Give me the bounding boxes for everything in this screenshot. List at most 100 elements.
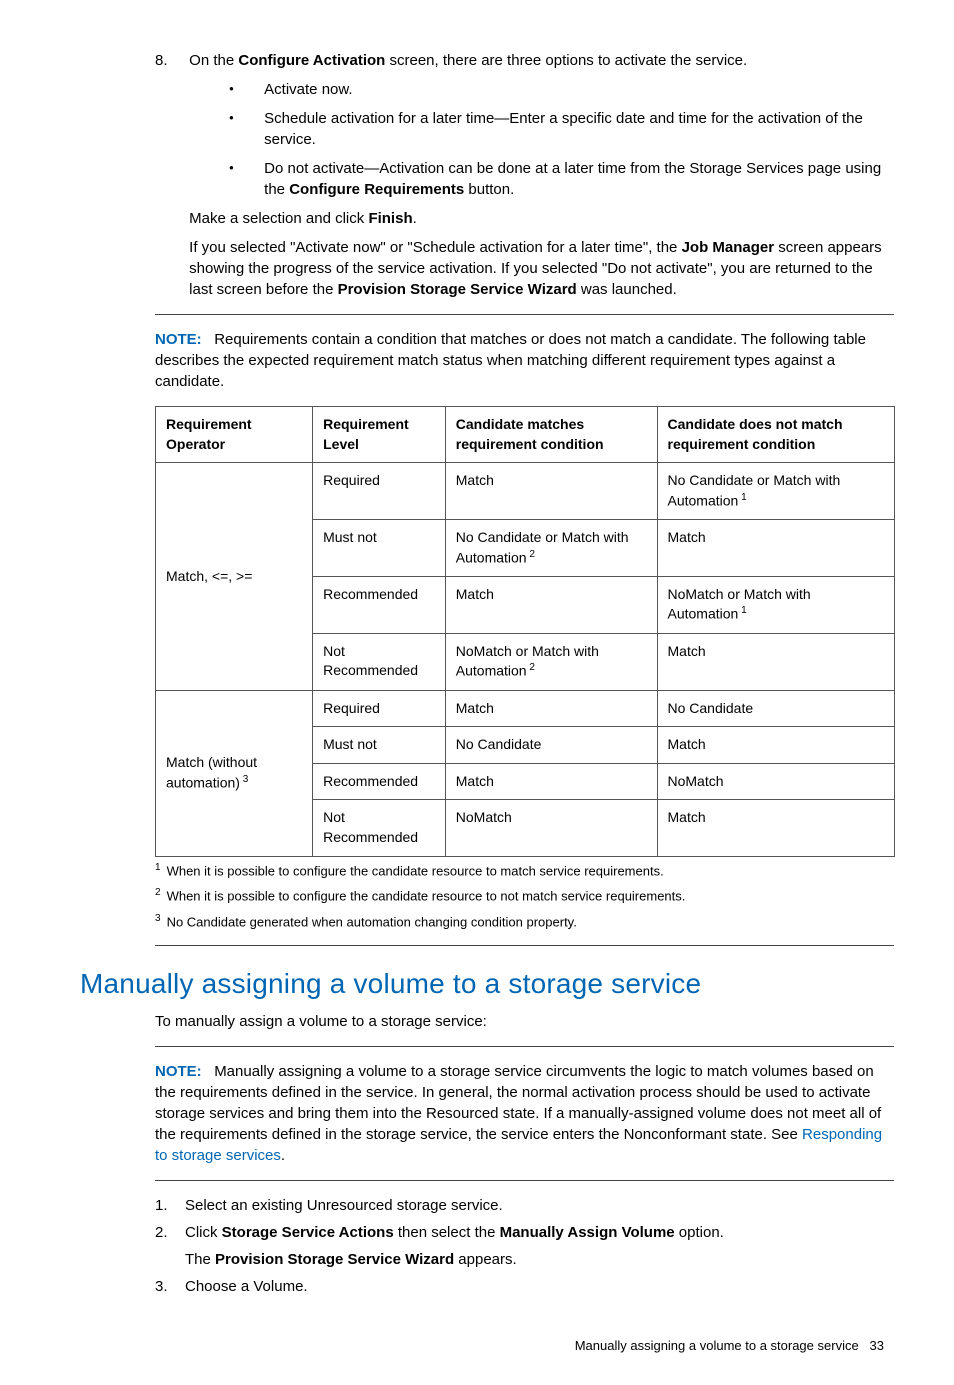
- bullet-icon: •: [229, 108, 264, 150]
- cell: Recommended: [313, 763, 446, 800]
- cell: Must not: [313, 727, 446, 764]
- cell: NoMatch: [445, 800, 657, 856]
- text: NoMatch or Match with Automation: [668, 586, 811, 622]
- step-text: Choose a Volume.: [185, 1276, 894, 1297]
- bold-text: Storage Service Actions: [222, 1224, 394, 1241]
- list-item: 2. Click Storage Service Actions then se…: [155, 1222, 894, 1270]
- text: Click: [185, 1224, 222, 1241]
- table-row: Match (without automation) 3 Required Ma…: [156, 690, 895, 727]
- note-text: Requirements contain a condition that ma…: [155, 331, 866, 390]
- divider: [155, 1180, 894, 1181]
- text: Make a selection and click: [189, 210, 368, 227]
- step-number: 3.: [155, 1276, 185, 1297]
- text: then select the: [394, 1224, 500, 1241]
- text: The: [185, 1251, 215, 1268]
- page-number: 33: [870, 1338, 884, 1353]
- col-header: Candidate matches requirement condition: [445, 407, 657, 463]
- footnote: 2When it is possible to configure the ca…: [155, 886, 894, 906]
- numbered-list: 1. Select an existing Unresourced storag…: [155, 1195, 894, 1297]
- bold-text: Job Manager: [682, 239, 775, 256]
- cell: Match: [445, 690, 657, 727]
- bold-text: Provision Storage Service Wizard: [215, 1251, 454, 1268]
- bold-text: Configure Requirements: [289, 181, 464, 198]
- col-header: Requirement Level: [313, 407, 446, 463]
- footnote-num: 2: [155, 887, 161, 898]
- requirement-table: Requirement Operator Requirement Level C…: [155, 406, 895, 857]
- cell: NoMatch or Match with Automation 2: [445, 633, 657, 690]
- step-text: Click Storage Service Actions then selec…: [185, 1222, 894, 1270]
- bold-text: Provision Storage Service Wizard: [338, 281, 577, 298]
- divider: [155, 945, 894, 946]
- bullet-text: Schedule activation for a later time—Ent…: [264, 108, 889, 150]
- bullet-icon: •: [229, 158, 264, 200]
- bold-text: Configure Activation: [238, 52, 385, 69]
- text: On the: [189, 52, 238, 69]
- table-header-row: Requirement Operator Requirement Level C…: [156, 407, 895, 463]
- cell: No Candidate: [657, 690, 895, 727]
- footnote: 1 When it is possible to configure the ca…: [155, 861, 894, 881]
- text: No Candidate or Match with Automation: [456, 529, 629, 565]
- step-text: On the Configure Activation screen, ther…: [189, 50, 889, 300]
- cell: Not Recommended: [313, 633, 446, 690]
- list-item: 3. Choose a Volume.: [155, 1276, 894, 1297]
- footnote-ref: 2: [527, 549, 535, 560]
- footnote-ref: 1: [738, 605, 746, 616]
- text: NoMatch or Match with Automation: [456, 643, 599, 679]
- cell: No Candidate or Match with Automation 2: [445, 520, 657, 577]
- text: appears.: [454, 1251, 517, 1268]
- step-sub-text: The Provision Storage Service Wizard app…: [185, 1249, 894, 1270]
- cell: Match: [657, 633, 895, 690]
- footnote-ref: 2: [527, 662, 535, 673]
- footnote-num: 1: [155, 862, 161, 873]
- footnotes: 1 When it is possible to configure the ca…: [155, 861, 894, 932]
- cell: NoMatch or Match with Automation 1: [657, 576, 895, 633]
- list-item: 1. Select an existing Unresourced storag…: [155, 1195, 894, 1216]
- step-number: 8.: [155, 50, 185, 71]
- step-number: 2.: [155, 1222, 185, 1270]
- text: option.: [675, 1224, 724, 1241]
- cell: Must not: [313, 520, 446, 577]
- table-row: Match, <=, >= Required Match No Candidat…: [156, 463, 895, 520]
- bullet-text: Do not activate—Activation can be done a…: [264, 158, 889, 200]
- text: No Candidate or Match with Automation: [668, 472, 841, 508]
- text: .: [413, 210, 417, 227]
- divider: [155, 314, 894, 315]
- cell: Recommended: [313, 576, 446, 633]
- section-heading: Manually assigning a volume to a storage…: [80, 964, 894, 1003]
- cell-operator: Match, <=, >=: [156, 463, 313, 690]
- text: button.: [464, 181, 514, 198]
- section-intro: To manually assign a volume to a storage…: [155, 1011, 894, 1032]
- note-text: Manually assigning a volume to a storage…: [155, 1063, 881, 1143]
- footnote-text: When it is possible to configure the can…: [167, 863, 664, 878]
- bullet-text: Activate now.: [264, 79, 889, 100]
- footnote-num: 3: [155, 913, 161, 924]
- cell: Required: [313, 690, 446, 727]
- cell: No Candidate or Match with Automation 1: [657, 463, 895, 520]
- text: If you selected "Activate now" or "Sched…: [189, 239, 681, 256]
- cell: No Candidate: [445, 727, 657, 764]
- bullet-icon: •: [229, 79, 264, 100]
- footnote: 3No Candidate generated when automation …: [155, 912, 894, 932]
- note-label: NOTE:: [155, 1063, 202, 1080]
- divider: [155, 1046, 894, 1047]
- cell: NoMatch: [657, 763, 895, 800]
- step-8: 8. On the Configure Activation screen, t…: [155, 50, 894, 300]
- bullet-item: •Do not activate—Activation can be done …: [229, 158, 889, 200]
- step-sub-text: If you selected "Activate now" or "Sched…: [189, 237, 889, 300]
- note-label: NOTE:: [155, 331, 202, 348]
- col-header: Requirement Operator: [156, 407, 313, 463]
- cell: Match: [445, 763, 657, 800]
- bold-text: Finish: [368, 210, 412, 227]
- footnote-ref: 3: [240, 774, 248, 785]
- col-header: Candidate does not match requirement con…: [657, 407, 895, 463]
- step-sub-text: Make a selection and click Finish.: [189, 208, 889, 229]
- note-block: NOTE: Manually assigning a volume to a s…: [155, 1061, 894, 1166]
- cell: Match: [657, 520, 895, 577]
- cell: Required: [313, 463, 446, 520]
- cell: Match: [445, 576, 657, 633]
- bullet-list: •Activate now. •Schedule activation for …: [229, 79, 889, 200]
- text: was launched.: [577, 281, 677, 298]
- cell-operator: Match (without automation) 3: [156, 690, 313, 856]
- bold-text: Manually Assign Volume: [500, 1224, 675, 1241]
- step-number: 1.: [155, 1195, 185, 1216]
